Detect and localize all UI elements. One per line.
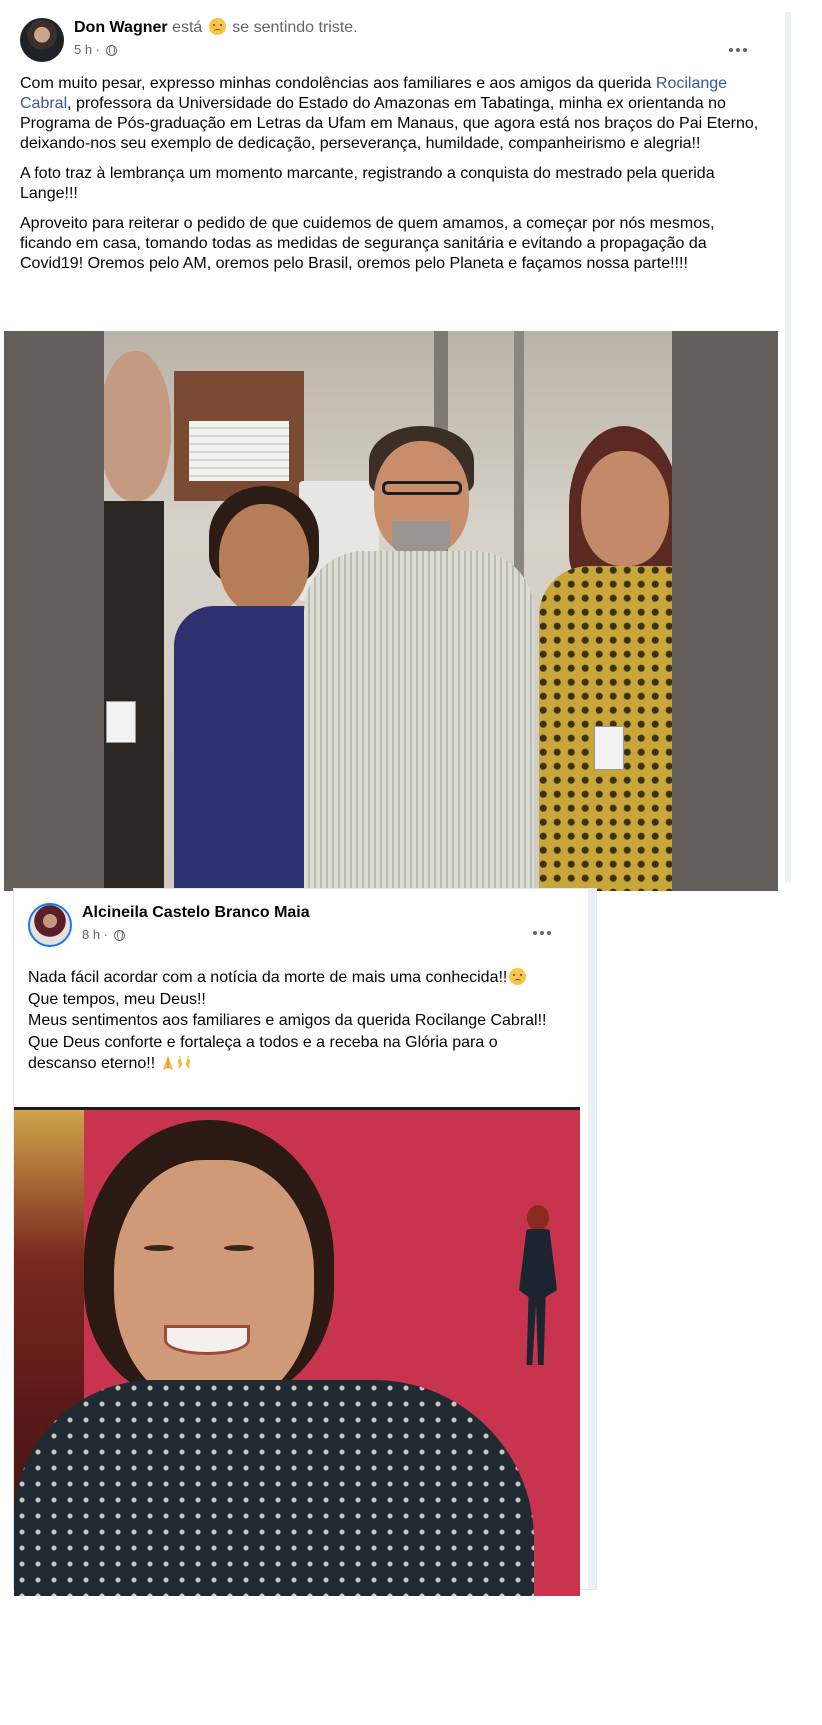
photo-woman-blouse bbox=[14, 1380, 534, 1596]
person-head bbox=[219, 504, 309, 614]
photo-scene bbox=[104, 331, 672, 891]
post-meta: 8 h · bbox=[82, 927, 125, 943]
photo-woman-face bbox=[114, 1160, 314, 1410]
feeling-prefix: está bbox=[172, 19, 203, 36]
photo-window-blind bbox=[189, 421, 289, 481]
post-time[interactable]: 5 h · bbox=[74, 42, 100, 57]
globe-icon bbox=[105, 45, 117, 56]
person-head bbox=[581, 451, 669, 566]
person-head bbox=[104, 351, 171, 501]
post-time[interactable]: 8 h · bbox=[82, 927, 108, 942]
paragraph-3: Aproveito para reiterar o pedido de que … bbox=[20, 215, 715, 272]
dot-icon bbox=[729, 48, 733, 52]
more-options-button[interactable] bbox=[524, 915, 560, 951]
feeling-text[interactable]: se sentindo triste. bbox=[232, 19, 357, 36]
dot-icon bbox=[736, 48, 740, 52]
line-1: Nada fácil acordar com a notícia da mort… bbox=[28, 967, 568, 989]
post-don-wagner: Don Wagner está se sentindo triste. 5 h … bbox=[0, 12, 791, 891]
figure-head bbox=[527, 1205, 549, 1231]
post-header: Don Wagner está se sentindo triste. bbox=[74, 18, 358, 38]
dot-icon bbox=[540, 931, 544, 935]
author-name[interactable]: Don Wagner bbox=[74, 19, 168, 36]
photo-woman-smile bbox=[164, 1325, 250, 1355]
photo-woman-eyes bbox=[144, 1245, 174, 1251]
person-man-striped-shirt bbox=[304, 426, 534, 891]
post-text: Com muito pesar, expresso minhas condolê… bbox=[20, 74, 770, 284]
dot-icon bbox=[547, 931, 551, 935]
dot-icon bbox=[533, 931, 537, 935]
person-glasses bbox=[382, 481, 462, 495]
line-3: Meus sentimentos aos familiares e amigos… bbox=[28, 1012, 547, 1029]
paragraph-1-end: , professora da Universidade do Estado d… bbox=[20, 95, 759, 152]
person-body bbox=[304, 551, 534, 891]
post-photo-portrait[interactable] bbox=[14, 1107, 580, 1596]
paragraph-1: Com muito pesar, expresso minhas condolê… bbox=[20, 74, 770, 154]
id-badge bbox=[594, 726, 624, 770]
paragraph-2: A foto traz à lembrança um momento marca… bbox=[20, 165, 715, 202]
avatar-alcineila[interactable] bbox=[28, 903, 72, 947]
id-badge bbox=[106, 701, 136, 743]
post-text: Nada fácil acordar com a notícia da mort… bbox=[28, 967, 568, 1075]
raising-hands-icon bbox=[177, 1056, 190, 1069]
person-body bbox=[104, 501, 164, 891]
globe-icon bbox=[113, 930, 125, 941]
more-options-button[interactable] bbox=[720, 32, 756, 68]
post-alcineila: Alcineila Castelo Branco Maia 8 h · Nada… bbox=[14, 889, 596, 1596]
avatar-don-wagner[interactable] bbox=[20, 18, 64, 62]
figure-body bbox=[519, 1229, 557, 1365]
line-1-text: Nada fácil acordar com a notícia da mort… bbox=[28, 969, 508, 986]
photo-poster-figure bbox=[509, 1205, 564, 1365]
praying-hands-icon bbox=[162, 1056, 173, 1070]
author-name[interactable]: Alcineila Castelo Branco Maia bbox=[82, 904, 310, 921]
person-woman-yellow-dress bbox=[529, 426, 672, 891]
post-photo-group[interactable] bbox=[4, 331, 778, 891]
sad-face-icon bbox=[208, 18, 226, 35]
paragraph-1-start: Com muito pesar, expresso minhas condolê… bbox=[20, 75, 652, 92]
line-4: Que Deus conforte e fortaleça a todos e … bbox=[28, 1032, 568, 1075]
line-2: Que tempos, meu Deus!! bbox=[28, 990, 206, 1008]
dot-icon bbox=[743, 48, 747, 52]
line-4-text: Que Deus conforte e fortaleça a todos e … bbox=[28, 1033, 498, 1073]
post-header: Alcineila Castelo Branco Maia bbox=[82, 903, 310, 923]
post-meta: 5 h · bbox=[74, 42, 117, 58]
sad-face-icon bbox=[509, 968, 527, 985]
